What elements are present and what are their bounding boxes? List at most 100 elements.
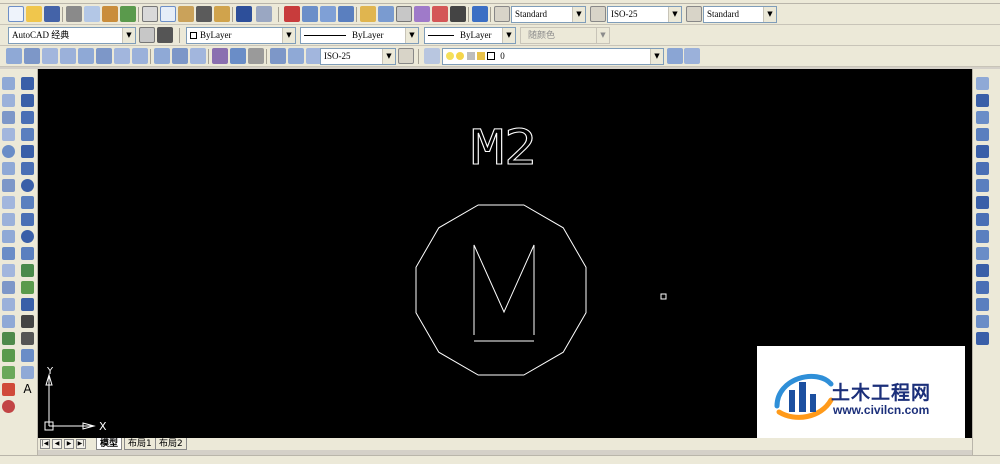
pan-icon[interactable] (284, 6, 300, 22)
vp-freeze-icon[interactable] (466, 52, 475, 60)
arc-length-icon[interactable] (42, 48, 58, 64)
dimension-style-select[interactable]: ISO-25 ▼ (607, 6, 682, 23)
dimension-style-icon[interactable] (590, 6, 606, 22)
rotate-icon[interactable] (976, 179, 989, 192)
motor-symbol-polygon[interactable] (415, 204, 587, 376)
chevron-down-icon[interactable]: ▼ (502, 28, 515, 43)
union-icon[interactable] (2, 332, 15, 345)
chevron-down-icon[interactable]: ▼ (382, 49, 395, 64)
workspace-save-icon[interactable] (157, 27, 173, 43)
lock-icon[interactable] (476, 52, 485, 60)
intersect-icon[interactable] (2, 366, 15, 379)
chevron-down-icon[interactable]: ▼ (650, 49, 663, 64)
open-file-icon[interactable] (26, 6, 42, 22)
text-style-icon[interactable] (494, 6, 510, 22)
sheet-set-icon[interactable] (414, 6, 430, 22)
ellipse-arc-icon[interactable] (21, 247, 34, 260)
revision-cloud-icon[interactable] (21, 196, 34, 209)
next-tab-icon[interactable]: ▶ (64, 439, 74, 449)
extrude-icon[interactable] (2, 213, 15, 226)
chevron-down-icon[interactable]: ▼ (282, 28, 295, 43)
section-icon[interactable] (2, 264, 15, 277)
sphere-icon[interactable] (2, 145, 15, 158)
undo-icon[interactable] (236, 6, 252, 22)
subtract-icon[interactable] (2, 349, 15, 362)
layer-select[interactable]: 0 ▼ (442, 48, 664, 65)
break-icon[interactable] (976, 264, 989, 277)
erase-icon[interactable] (976, 77, 989, 90)
color-select[interactable]: ByLayer ▼ (186, 27, 296, 44)
mirror-icon[interactable] (976, 111, 989, 124)
workspace-select[interactable]: AutoCAD 经典 ▼ (8, 27, 136, 44)
tolerance-icon[interactable] (230, 48, 246, 64)
paste-icon[interactable] (178, 6, 194, 22)
cut-icon[interactable] (142, 6, 158, 22)
hatch-icon[interactable] (21, 315, 34, 328)
ellipse-icon[interactable] (21, 230, 34, 243)
sweep-icon[interactable] (2, 298, 15, 311)
workspace-settings-icon[interactable] (139, 27, 155, 43)
chevron-down-icon[interactable]: ▼ (763, 7, 776, 22)
copy-object-icon[interactable] (976, 94, 989, 107)
rectangle-icon[interactable] (21, 145, 34, 158)
tool-palettes-icon[interactable] (396, 6, 412, 22)
chamfer-icon[interactable] (976, 298, 989, 311)
arc-icon[interactable] (21, 162, 34, 175)
previous-tab-icon[interactable]: ◀ (52, 439, 62, 449)
new-file-icon[interactable] (8, 6, 24, 22)
tab-layout2[interactable]: 布局2 (155, 438, 187, 450)
table-style-select[interactable]: Standard ▼ (703, 6, 777, 23)
gradient-icon[interactable] (21, 332, 34, 345)
lineweight-select[interactable]: ByLayer ▼ (424, 27, 516, 44)
polygon-icon[interactable] (21, 128, 34, 141)
zoom-realtime-icon[interactable] (302, 6, 318, 22)
explode-icon[interactable] (976, 332, 989, 345)
drawing-label[interactable]: M2 (471, 120, 538, 177)
array-icon[interactable] (976, 145, 989, 158)
cylinder-icon[interactable] (2, 162, 15, 175)
layer-previous-icon[interactable] (684, 48, 700, 64)
make-object-layer-current-icon[interactable] (667, 48, 683, 64)
quick-dimension-icon[interactable] (154, 48, 170, 64)
cone-icon[interactable] (2, 128, 15, 141)
quick-leader-icon[interactable] (212, 48, 228, 64)
dimension-style-manager-icon[interactable] (398, 48, 414, 64)
point-icon[interactable] (21, 298, 34, 311)
make-block-icon[interactable] (21, 281, 34, 294)
ordinate-dimension-icon[interactable] (60, 48, 76, 64)
loft-icon[interactable] (2, 315, 15, 328)
box-icon[interactable] (2, 94, 15, 107)
zoom-window-icon[interactable] (320, 6, 336, 22)
angular-dimension-icon[interactable] (132, 48, 148, 64)
tab-layout1[interactable]: 布局1 (124, 438, 156, 450)
help-icon[interactable] (472, 6, 488, 22)
chevron-down-icon[interactable]: ▼ (122, 28, 135, 43)
free-orbit-icon[interactable] (2, 400, 15, 413)
chevron-down-icon[interactable]: ▼ (572, 7, 585, 22)
publish-icon[interactable] (102, 6, 118, 22)
extend-icon[interactable] (976, 247, 989, 260)
calculator-icon[interactable] (450, 6, 466, 22)
sun-icon[interactable] (456, 52, 465, 60)
3d-orbit-icon[interactable] (2, 383, 15, 396)
redo-icon[interactable] (256, 6, 272, 22)
text-style-select[interactable]: Standard ▼ (511, 6, 586, 23)
design-center-icon[interactable] (378, 6, 394, 22)
construction-line-icon[interactable] (21, 94, 34, 107)
slice-icon[interactable] (2, 247, 15, 260)
multiline-text-icon[interactable]: A (21, 383, 34, 396)
dimension-text-edit-icon[interactable] (288, 48, 304, 64)
revolve-icon[interactable] (2, 230, 15, 243)
last-tab-icon[interactable]: ▶| (76, 439, 86, 449)
move-icon[interactable] (976, 162, 989, 175)
offset-icon[interactable] (976, 128, 989, 141)
wedge-icon[interactable] (2, 111, 15, 124)
line-icon[interactable] (21, 77, 34, 90)
region-icon[interactable] (21, 349, 34, 362)
circle-icon[interactable] (21, 179, 34, 192)
plot-preview-icon[interactable] (84, 6, 100, 22)
match-properties-icon[interactable] (196, 6, 212, 22)
dim-style-select[interactable]: ISO-25 ▼ (320, 48, 396, 65)
spline-icon[interactable] (21, 213, 34, 226)
torus-icon[interactable] (2, 179, 15, 192)
